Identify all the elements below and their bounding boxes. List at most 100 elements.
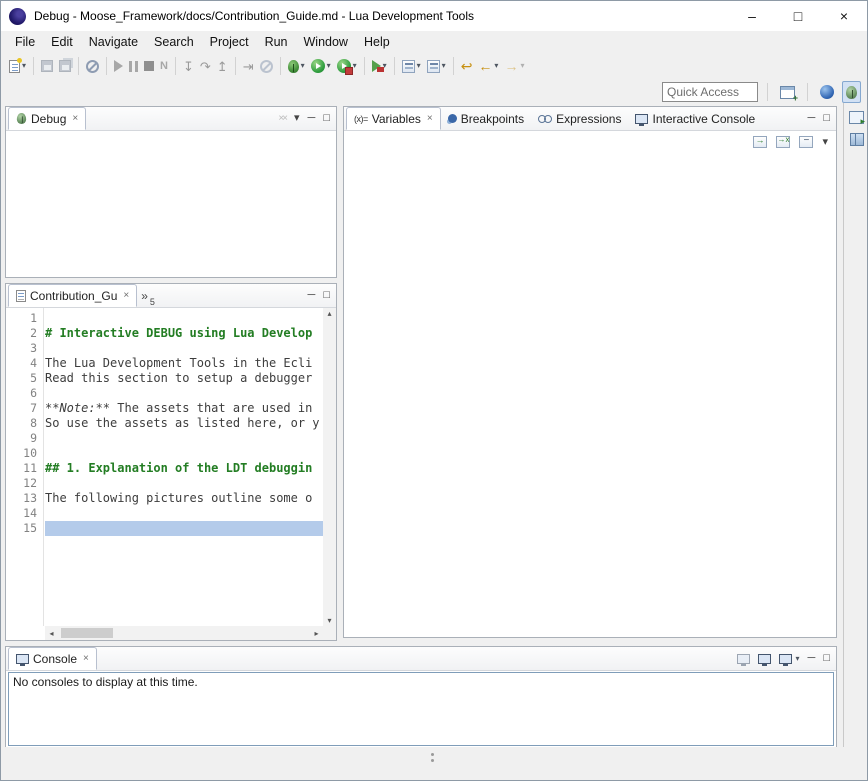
step-into-button[interactable]: ↧: [180, 55, 197, 77]
maximize-button[interactable]: □: [775, 1, 821, 31]
debug-view-toolbar: ×× ▾ ─ □: [278, 107, 336, 130]
scroll-right-icon[interactable]: ▸: [310, 629, 323, 638]
show-logical-structure-icon[interactable]: [753, 136, 767, 148]
skip-all-breakpoints-button[interactable]: [83, 55, 102, 77]
quick-access-input[interactable]: Quick Access: [662, 82, 758, 102]
extra-tool-2-dropdown-arrow[interactable]: ▾: [442, 62, 446, 70]
resume-button[interactable]: [111, 55, 126, 77]
menu-project[interactable]: Project: [202, 33, 257, 51]
console-content[interactable]: No consoles to display at this time.: [8, 672, 834, 746]
close-button[interactable]: ×: [821, 1, 867, 31]
menu-file[interactable]: File: [7, 33, 43, 51]
open-console-button[interactable]: ▾: [779, 654, 800, 664]
menu-search[interactable]: Search: [146, 33, 202, 51]
coverage-dropdown-arrow[interactable]: ▾: [353, 62, 357, 70]
remove-all-terminated-icon[interactable]: ××: [278, 113, 286, 124]
suspend-button[interactable]: [126, 55, 141, 77]
show-type-names-icon[interactable]: [776, 136, 790, 148]
save-button[interactable]: [38, 55, 56, 77]
editor-text-area[interactable]: # Interactive DEBUG using Lua Develop Th…: [45, 308, 323, 626]
new-dropdown-arrow[interactable]: ▾: [22, 62, 26, 70]
back-dropdown-arrow[interactable]: ▾: [494, 62, 498, 70]
collapse-all-icon[interactable]: [799, 136, 813, 148]
tab-interactive-console[interactable]: Interactive Console: [628, 107, 762, 130]
debug-maximize-icon[interactable]: □: [323, 113, 330, 124]
menu-run[interactable]: Run: [257, 33, 296, 51]
step-over-button[interactable]: ↷: [197, 55, 214, 77]
editor-maximize-icon[interactable]: □: [323, 290, 330, 301]
scroll-up-icon[interactable]: ▴: [323, 309, 336, 318]
last-edit-location-button[interactable]: ↩: [458, 55, 476, 77]
editor-line: [45, 431, 323, 446]
console-tab-close-icon[interactable]: ×: [83, 653, 89, 664]
back-button[interactable]: ← ▾: [475, 55, 501, 77]
lua-perspective-button[interactable]: [817, 81, 837, 103]
run-coverage-button[interactable]: ▾: [334, 55, 360, 77]
debug-perspective-button[interactable]: [842, 81, 861, 103]
editor-line: Read this section to setup a debugger: [45, 371, 323, 386]
minimized-perspective-icon[interactable]: [850, 133, 864, 146]
debug-minimize-icon[interactable]: ─: [308, 113, 316, 124]
variables-view-menu-icon[interactable]: ▾: [822, 137, 828, 148]
use-step-filters-button[interactable]: [257, 55, 276, 77]
scroll-left-icon[interactable]: ◂: [45, 629, 58, 638]
line-number: 4: [6, 356, 43, 371]
forward-button[interactable]: → ▾: [501, 55, 527, 77]
editor-minimize-icon[interactable]: ─: [308, 290, 316, 301]
disconnect-button[interactable]: N: [157, 55, 171, 77]
variables-tab-close-icon[interactable]: ×: [427, 113, 433, 124]
minimize-button[interactable]: –: [729, 1, 775, 31]
new-wizard-button[interactable]: ▾: [6, 55, 29, 77]
toolbar-separator: [106, 57, 107, 75]
tab-breakpoints[interactable]: Breakpoints: [441, 107, 531, 130]
extra-tool-2-button[interactable]: ▾: [424, 55, 449, 77]
forward-dropdown-arrow: ▾: [520, 62, 524, 70]
menu-edit[interactable]: Edit: [43, 33, 81, 51]
extra-tool-1-dropdown-arrow[interactable]: ▾: [417, 62, 421, 70]
editor-line: The following pictures outline some o: [45, 491, 323, 506]
open-perspective-button[interactable]: [777, 81, 798, 103]
extra-tool-1-button[interactable]: ▾: [399, 55, 424, 77]
menu-window[interactable]: Window: [296, 33, 356, 51]
menu-help[interactable]: Help: [356, 33, 398, 51]
editor-tab-overflow-chevron[interactable]: » 5: [137, 284, 159, 307]
menu-navigate[interactable]: Navigate: [81, 33, 146, 51]
run-button[interactable]: ▾: [308, 55, 334, 77]
external-tools-button[interactable]: ▾: [369, 55, 390, 77]
line-number-ruler[interactable]: 1 2 3 4 5 6 7 8 9 10 11 12 13 14 15: [6, 308, 44, 626]
debug-view-content[interactable]: [6, 131, 336, 277]
sash-handle[interactable]: [431, 753, 435, 765]
editor-vertical-scrollbar[interactable]: ▴ ▾: [323, 308, 336, 626]
open-console-dropdown-arrow[interactable]: ▾: [796, 655, 800, 663]
pin-console-icon[interactable]: [737, 654, 750, 664]
debug-tab-close-icon[interactable]: ×: [72, 113, 78, 124]
restore-view-icon[interactable]: [849, 111, 864, 124]
run-dropdown-arrow[interactable]: ▾: [327, 62, 331, 70]
scrollbar-thumb[interactable]: [61, 628, 113, 638]
debug-button[interactable]: ▾: [285, 55, 308, 77]
line-number: 5: [6, 371, 43, 386]
variables-view-content[interactable]: [344, 153, 836, 637]
line-number: 11: [6, 461, 43, 476]
tab-debug[interactable]: Debug ×: [8, 107, 86, 130]
variables-minimize-icon[interactable]: ─: [808, 113, 816, 124]
editor-horizontal-scrollbar[interactable]: ◂ ▸: [45, 626, 323, 640]
debug-dropdown-arrow[interactable]: ▾: [301, 62, 305, 70]
editor-tab-close-icon[interactable]: ×: [123, 290, 129, 301]
menubar: File Edit Navigate Search Project Run Wi…: [1, 31, 867, 53]
terminate-button[interactable]: [141, 55, 157, 77]
variables-maximize-icon[interactable]: □: [823, 113, 830, 124]
console-minimize-icon[interactable]: ─: [808, 653, 816, 664]
display-selected-console-icon[interactable]: [758, 654, 771, 664]
step-return-icon: ↥: [217, 60, 228, 73]
console-maximize-icon[interactable]: □: [823, 653, 830, 664]
tab-variables[interactable]: (x)= Variables ×: [346, 107, 441, 130]
drop-to-frame-button[interactable]: ⇥: [240, 55, 257, 77]
tab-contribution-guide[interactable]: Contribution_Gu ×: [8, 284, 137, 307]
tab-expressions[interactable]: Expressions: [531, 107, 628, 130]
step-return-button[interactable]: ↥: [214, 55, 231, 77]
tab-console[interactable]: Console ×: [8, 647, 97, 670]
debug-view-menu-icon[interactable]: ▾: [294, 113, 300, 124]
scroll-down-icon[interactable]: ▾: [323, 616, 336, 625]
save-all-button[interactable]: [56, 55, 74, 77]
